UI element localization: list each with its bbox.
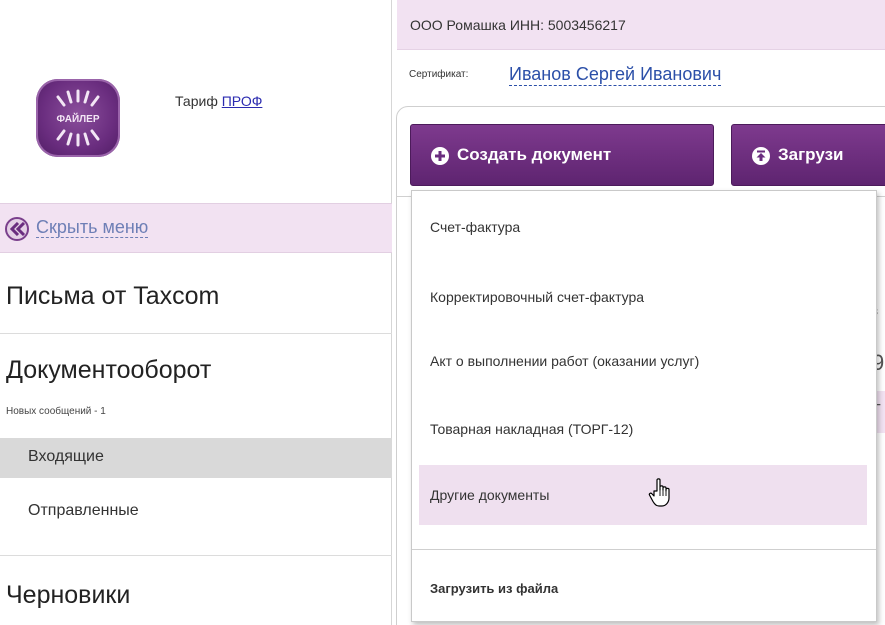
sidebar: ФАЙЛЕР Тариф ПРОФ Скрыть меню Письма от … — [0, 0, 392, 625]
upload-label: Загрузи — [778, 145, 844, 164]
company-info: ООО Ромашка ИНН: 5003456217 — [410, 17, 626, 33]
new-messages-count: Новых сообщений - 1 — [6, 406, 106, 417]
nav-drafts[interactable]: Черновики — [0, 556, 392, 625]
menu-item-label: Акт о выполнении работ (оказании услуг) — [430, 353, 700, 369]
nav-inbox[interactable]: Входящие — [0, 438, 392, 478]
hand-cursor-icon — [648, 478, 674, 513]
tariff-label: Тариф — [175, 93, 218, 109]
dropdown-divider — [412, 549, 876, 550]
filer-logo[interactable]: ФАЙЛЕР — [36, 79, 120, 157]
nav-letters-label: Письма от Taxcom — [6, 282, 220, 310]
nav-sent[interactable]: Отправленные — [0, 492, 392, 532]
menu-item-invoice[interactable]: Счет-фактура — [419, 197, 867, 257]
menu-item-label: Счет-фактура — [430, 219, 521, 235]
plus-circle-icon — [431, 147, 449, 165]
company-bar: ООО Ромашка ИНН: 5003456217 — [397, 0, 885, 50]
nav-drafts-label: Черновики — [6, 581, 131, 609]
nav-sent-label: Отправленные — [28, 502, 139, 519]
nav-letters[interactable]: Письма от Taxcom — [0, 254, 392, 332]
double-chevron-left-icon — [5, 217, 29, 241]
nav-inbox-label: Входящие — [28, 448, 104, 465]
certificate-name-link[interactable]: Иванов Сергей Иванович — [509, 63, 722, 86]
nav-docflow-label: Документооборот — [6, 356, 212, 384]
hide-menu-button[interactable]: Скрыть меню — [0, 203, 392, 253]
tariff-link[interactable]: ПРОФ — [222, 93, 263, 109]
create-document-label: Создать документ — [457, 145, 612, 164]
menu-item-corrective-invoice[interactable]: Корректировочный счет-фактура — [419, 267, 867, 327]
create-document-button[interactable]: Создать документ — [410, 124, 714, 186]
logo-rays-icon: ФАЙЛЕР — [56, 89, 100, 147]
upload-button[interactable]: Загрузи — [731, 124, 885, 186]
create-document-dropdown: Счет-фактура Корректировочный счет-факту… — [411, 190, 877, 622]
logo-text: ФАЙЛЕР — [56, 112, 99, 125]
tariff: Тариф ПРОФ — [175, 93, 262, 109]
hide-menu-label: Скрыть меню — [36, 217, 149, 238]
upload-icon — [752, 147, 770, 165]
menu-item-other-documents[interactable]: Другие документы — [419, 465, 867, 525]
menu-item-label: Другие документы — [430, 487, 550, 503]
certificate-label: Сертификат: — [409, 69, 469, 80]
menu-item-work-act[interactable]: Акт о выполнении работ (оказании услуг) — [419, 331, 867, 391]
menu-item-torg12[interactable]: Товарная накладная (ТОРГ-12) — [419, 399, 867, 459]
logo-block: ФАЙЛЕР Тариф ПРОФ — [0, 0, 392, 200]
load-from-file-item[interactable]: Загрузить из файла — [430, 581, 558, 596]
menu-item-label: Товарная накладная (ТОРГ-12) — [430, 421, 634, 437]
nav-docflow[interactable]: Документооборот — [0, 334, 392, 386]
menu-item-label: Корректировочный счет-фактура — [430, 289, 645, 305]
